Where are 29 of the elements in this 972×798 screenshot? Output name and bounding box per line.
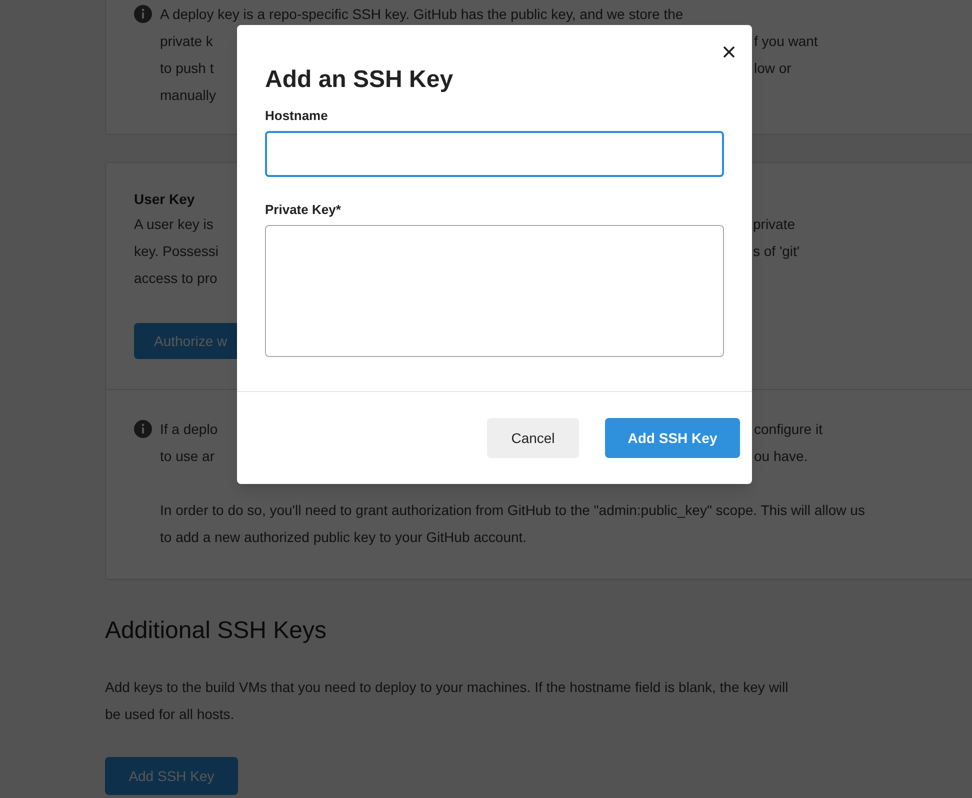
notice-paragraph: In order to do so, you'll need to grant authorization from GitHub to the "admin:public_key" scope. This will allow us to add a new authorized public key to your GitHub account. <box>160 501 866 547</box>
paragraph-text: configure it <box>754 420 822 439</box>
paragraph-text: If a deplo <box>160 421 218 437</box>
field-label: Private Key* <box>265 201 341 219</box>
paragraph-text: A user key is <box>134 216 214 232</box>
paragraph-text: low or <box>754 59 792 78</box>
card-title: User Key <box>134 190 195 209</box>
add-ssh-key-button[interactable]: Add SSH Key <box>605 418 740 458</box>
hostname-field[interactable] <box>265 131 724 177</box>
paragraph-text: f you want <box>754 32 818 51</box>
field-label: Hostname <box>265 107 328 125</box>
paragraph-text: to push t <box>160 60 214 76</box>
paragraph-text: access to pro <box>134 270 218 286</box>
paragraph-text: A deploy key is a repo-specific SSH key. GitHub has the public key, and we store the <box>160 6 684 22</box>
modal-title: Add an SSH Key <box>265 65 454 95</box>
section-description: Add keys to the build VMs that you need to deploy to your machines. If the hostname field is blank, the key will be used for all hosts. <box>105 678 790 724</box>
section-heading: Additional SSH Keys <box>105 616 326 646</box>
paragraph-text: to use ar <box>160 448 214 464</box>
paragraph-text: s of 'git' <box>753 242 800 261</box>
private-key-field[interactable] <box>265 225 724 357</box>
info-icon <box>134 5 152 23</box>
paragraph-text: private <box>753 215 796 234</box>
add-ssh-key-button[interactable]: Add SSH Key <box>105 757 238 795</box>
paragraph-text: private k <box>160 33 213 49</box>
paragraph-text: ou have. <box>754 447 808 466</box>
paragraph-text: manually <box>160 87 216 103</box>
cancel-button[interactable]: Cancel <box>487 418 579 458</box>
paragraph-text: key. Possessi <box>134 243 219 259</box>
info-icon <box>134 420 152 438</box>
